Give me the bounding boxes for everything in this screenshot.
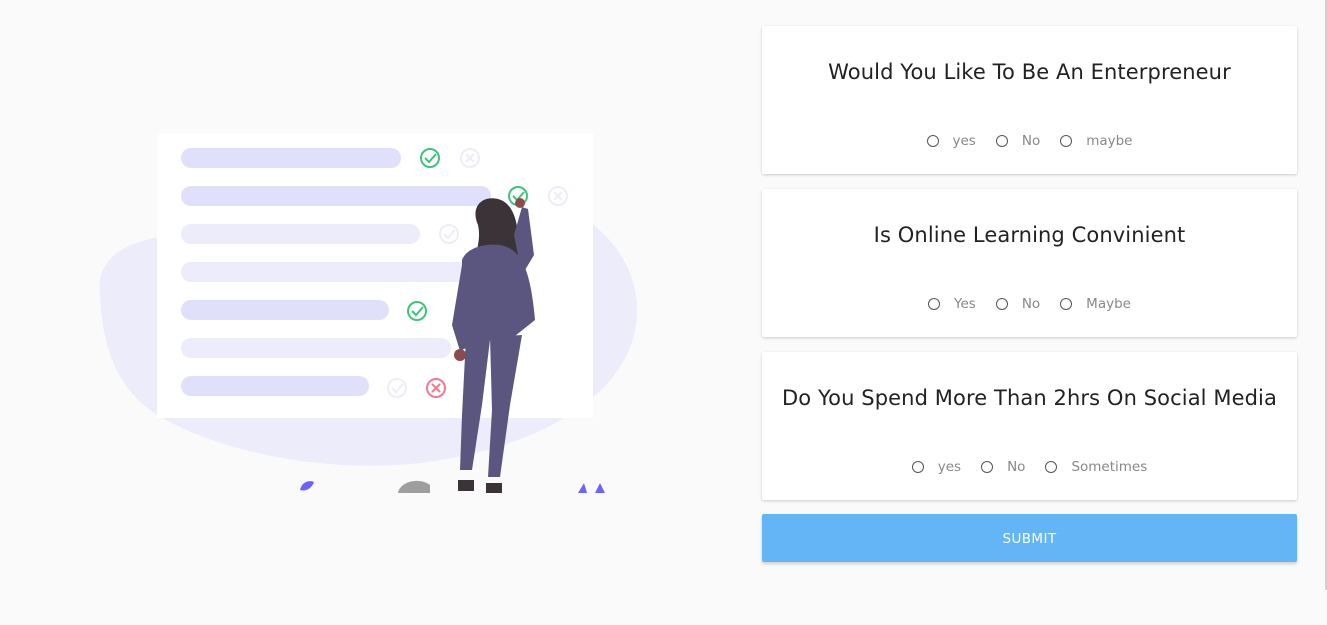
q1-option-no[interactable]: No <box>995 133 1041 149</box>
question-1-options: yes No maybe <box>762 133 1297 149</box>
option-label: yes <box>952 133 976 149</box>
q1-option-yes[interactable]: yes <box>926 133 976 149</box>
option-label: No <box>1007 459 1026 475</box>
survey-illustration <box>90 125 650 500</box>
survey-page: Would You Like To Be An Enterpreneur yes… <box>0 0 1327 625</box>
submit-button[interactable]: SUBMIT <box>762 514 1297 562</box>
radio-button[interactable] <box>928 298 941 310</box>
radio-button[interactable] <box>1060 298 1073 310</box>
radio-button[interactable] <box>995 298 1008 310</box>
radio-button[interactable] <box>981 461 994 473</box>
radio-button[interactable] <box>995 135 1008 147</box>
option-label: maybe <box>1086 133 1133 149</box>
q3-option-yes[interactable]: yes <box>911 459 962 475</box>
q1-option-maybe[interactable]: maybe <box>1060 133 1133 149</box>
question-2-title: Is Online Learning Convinient <box>873 223 1186 247</box>
option-label: Yes <box>954 296 976 312</box>
option-label: No <box>1021 296 1041 312</box>
option-label: Maybe <box>1086 296 1131 312</box>
question-3-options: yes No Sometimes <box>762 459 1297 475</box>
option-label: No <box>1021 133 1041 149</box>
woman-checklist-illustration <box>99 133 638 493</box>
q3-option-sometimes[interactable]: Sometimes <box>1045 459 1147 475</box>
option-label: Sometimes <box>1071 459 1148 475</box>
q2-option-no[interactable]: No <box>995 296 1041 312</box>
question-card-2: Is Online Learning Convinient Yes No May… <box>762 189 1297 337</box>
question-2-options: Yes No Maybe <box>762 296 1297 312</box>
radio-button[interactable] <box>926 135 939 147</box>
question-3-title: Do You Spend More Than 2hrs On Social Me… <box>782 386 1277 410</box>
radio-button[interactable] <box>1045 461 1058 473</box>
radio-button[interactable] <box>1060 135 1073 147</box>
q3-option-no[interactable]: No <box>981 459 1025 475</box>
q2-option-yes[interactable]: Yes <box>928 296 976 312</box>
radio-button[interactable] <box>911 461 924 473</box>
option-label: yes <box>937 459 962 475</box>
question-1-title: Would You Like To Be An Enterpreneur <box>828 60 1231 84</box>
q2-option-maybe[interactable]: Maybe <box>1060 296 1131 312</box>
question-card-3: Do You Spend More Than 2hrs On Social Me… <box>762 352 1297 500</box>
question-card-1: Would You Like To Be An Enterpreneur yes… <box>762 26 1297 174</box>
